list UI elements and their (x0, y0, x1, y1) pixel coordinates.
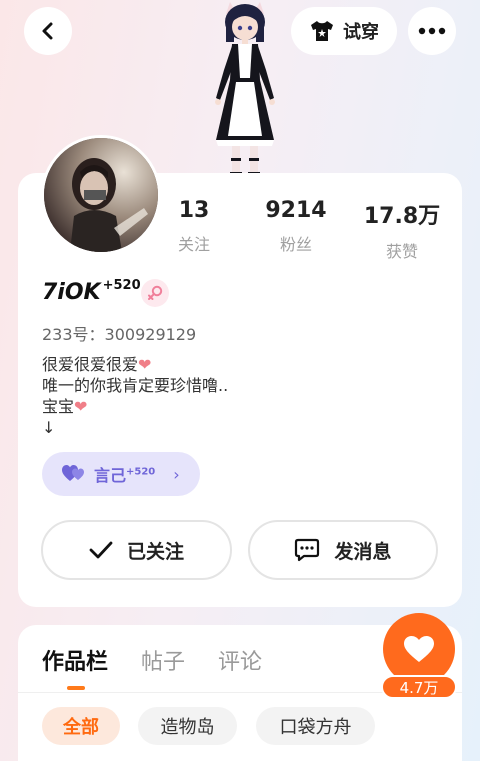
check-icon (89, 541, 113, 559)
bio-line: 宝宝❤ (42, 397, 88, 416)
stat-likes[interactable]: 17.8万 获赞 (357, 198, 447, 262)
female-icon (148, 285, 163, 300)
bio: 很爱很爱很爱❤ 唯一的你我肯定要珍惜噜.. 宝宝❤ ↓ (42, 354, 228, 438)
avatar[interactable] (41, 135, 161, 255)
username-text: 7iOK (42, 280, 101, 305)
more-button[interactable] (408, 7, 456, 55)
chevron-right-icon: › (173, 464, 180, 484)
active-tab-indicator (67, 686, 85, 690)
followed-button[interactable]: 已关注 (41, 520, 232, 580)
heart-emoji: ❤ (138, 355, 152, 374)
couple-tag-name: 言己+520 (94, 466, 156, 485)
bio-line: 很爱很爱很爱❤ (42, 355, 152, 374)
following-label: 关注 (177, 235, 210, 254)
avatar-character-figure[interactable] (190, 0, 300, 180)
avatar-photo (44, 138, 158, 252)
followed-label: 已关注 (126, 540, 184, 563)
stat-following[interactable]: 13 关注 (149, 198, 239, 255)
following-count: 13 (178, 198, 210, 223)
tab-posts[interactable]: 帖子 (141, 644, 185, 676)
followers-count: 9214 (265, 198, 327, 223)
stat-followers[interactable]: 9214 粉丝 (251, 198, 341, 255)
followers-label: 粉丝 (279, 235, 312, 254)
gender-badge (141, 279, 169, 307)
try-on-label: 试穿 (343, 22, 379, 43)
filter-chip-all[interactable]: 全部 (42, 707, 120, 745)
user-id: 233号：300929129 (42, 325, 197, 344)
likes-received-label: 获赞 (385, 242, 418, 261)
couple-tag-badge: +520 (126, 466, 156, 478)
bio-line: 唯一的你我肯定要珍惜噜.. (42, 376, 229, 395)
filter-chip-creation-island[interactable]: 造物岛 (138, 707, 237, 745)
like-count-badge: 4.7万 (381, 675, 457, 699)
likes-received-count: 17.8万 (363, 204, 441, 229)
heart-emoji: ❤ (74, 397, 88, 416)
shirt-icon (311, 21, 333, 41)
chat-icon (295, 538, 320, 562)
tab-works[interactable]: 作品栏 (42, 644, 108, 676)
username-badge: +520 (102, 278, 141, 293)
couple-tag[interactable]: 言己+520 › (42, 452, 200, 496)
send-message-label: 发消息 (334, 540, 392, 563)
more-icon (418, 27, 446, 35)
username: 7iOK +520 (42, 278, 141, 305)
hearts-icon (62, 465, 84, 481)
bio-line: ↓ (42, 418, 56, 437)
heart-icon (404, 635, 434, 662)
send-message-button[interactable]: 发消息 (248, 520, 438, 580)
tab-comments[interactable]: 评论 (218, 644, 262, 676)
try-on-button[interactable]: 试穿 (291, 7, 397, 55)
chevron-left-icon (42, 22, 53, 40)
back-button[interactable] (24, 7, 72, 55)
filter-chip-pocket-ark[interactable]: 口袋方舟 (256, 707, 375, 745)
